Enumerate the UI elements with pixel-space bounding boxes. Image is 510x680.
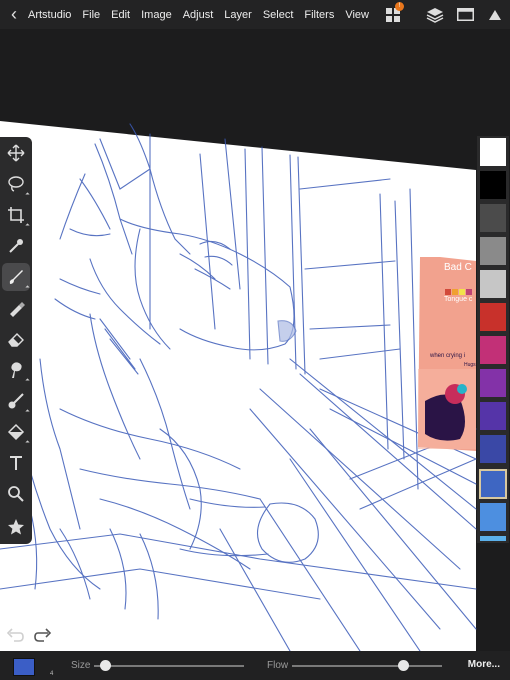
menu-item-edit[interactable]: Edit (111, 9, 130, 21)
move-icon[interactable] (2, 139, 30, 167)
reference-card-title: Bad C (444, 262, 472, 273)
text-icon[interactable] (2, 449, 30, 477)
smudge-icon[interactable] (2, 356, 30, 384)
grid-apps-icon[interactable]: ! (378, 0, 408, 29)
window-icon[interactable] (450, 0, 480, 29)
zoom-icon[interactable] (2, 480, 30, 508)
submenu-indicator-icon (25, 409, 30, 414)
size-slider-track[interactable] (94, 665, 244, 667)
reference-card-line: Hugs (464, 362, 476, 368)
collapse-triangle-icon[interactable] (480, 0, 510, 29)
submenu-indicator-icon (25, 378, 30, 383)
flow-label: Flow (267, 660, 289, 671)
reference-card-line: when crying i (430, 353, 466, 359)
color-swatch-white[interactable] (480, 138, 506, 166)
star-icon[interactable] (2, 513, 30, 541)
brush-settings-bar: 4 Size Flow More... (0, 651, 510, 680)
menu-item-filters[interactable]: Filters (304, 9, 334, 21)
size-slider-knob[interactable] (99, 660, 111, 671)
eraser-pen-icon[interactable] (2, 294, 30, 322)
menu-item-image[interactable]: Image (141, 9, 172, 21)
eyedropper-icon[interactable] (2, 232, 30, 260)
color-swatch-partial[interactable] (480, 536, 506, 541)
submenu-indicator-icon (25, 192, 30, 197)
color-swatch-navy-blue[interactable] (480, 435, 506, 463)
more-button[interactable]: More... (468, 659, 500, 670)
color-swatch-dark-gray[interactable] (480, 204, 506, 232)
eraser-icon[interactable] (2, 325, 30, 353)
menu-item-select[interactable]: Select (263, 9, 294, 21)
size-label: Size (71, 660, 91, 671)
color-swatch-black[interactable] (480, 171, 506, 199)
notification-badge: ! (395, 2, 404, 11)
lasso-icon[interactable] (2, 170, 30, 198)
color-swatch-light-blue[interactable] (480, 503, 506, 531)
blend-icon[interactable] (2, 387, 30, 415)
menu-bar: ‹ Artstudio File Edit Image Adjust Layer… (0, 0, 510, 29)
submenu-indicator-icon (25, 440, 30, 445)
redo-icon[interactable] (34, 627, 52, 643)
current-color-swatch[interactable] (13, 658, 35, 676)
color-swatch-light-gray[interactable] (480, 270, 506, 298)
back-chevron-icon[interactable]: ‹ (0, 4, 28, 25)
fill-bucket-icon[interactable] (2, 418, 30, 446)
color-swatch-blue[interactable] (479, 469, 507, 499)
reference-card-line: Tongue c (444, 296, 473, 303)
color-swatch-purple[interactable] (480, 369, 506, 397)
color-swatch-red[interactable] (480, 303, 506, 331)
menu-item-file[interactable]: File (82, 9, 100, 21)
color-swatch-gray[interactable] (480, 237, 506, 265)
flow-slider-track[interactable] (292, 665, 442, 667)
color-swatch-magenta[interactable] (480, 336, 506, 364)
app-name-menu[interactable]: Artstudio (28, 9, 71, 21)
color-palette (477, 136, 509, 543)
menu-item-adjust[interactable]: Adjust (183, 9, 214, 21)
layers-icon[interactable] (420, 0, 450, 29)
drawing-canvas[interactable] (0, 29, 510, 651)
color-swatch-indigo[interactable] (480, 402, 506, 430)
brush-icon[interactable] (2, 263, 30, 291)
submenu-indicator-icon (25, 285, 30, 290)
undo-icon[interactable] (6, 627, 24, 643)
flow-slider-knob[interactable] (398, 660, 409, 671)
crop-icon[interactable] (2, 201, 30, 229)
submenu-indicator-icon (25, 223, 30, 228)
color-number: 4 (50, 671, 54, 677)
tool-palette (0, 137, 32, 544)
menu-item-layer[interactable]: Layer (224, 9, 252, 21)
menu-item-view[interactable]: View (345, 9, 369, 21)
